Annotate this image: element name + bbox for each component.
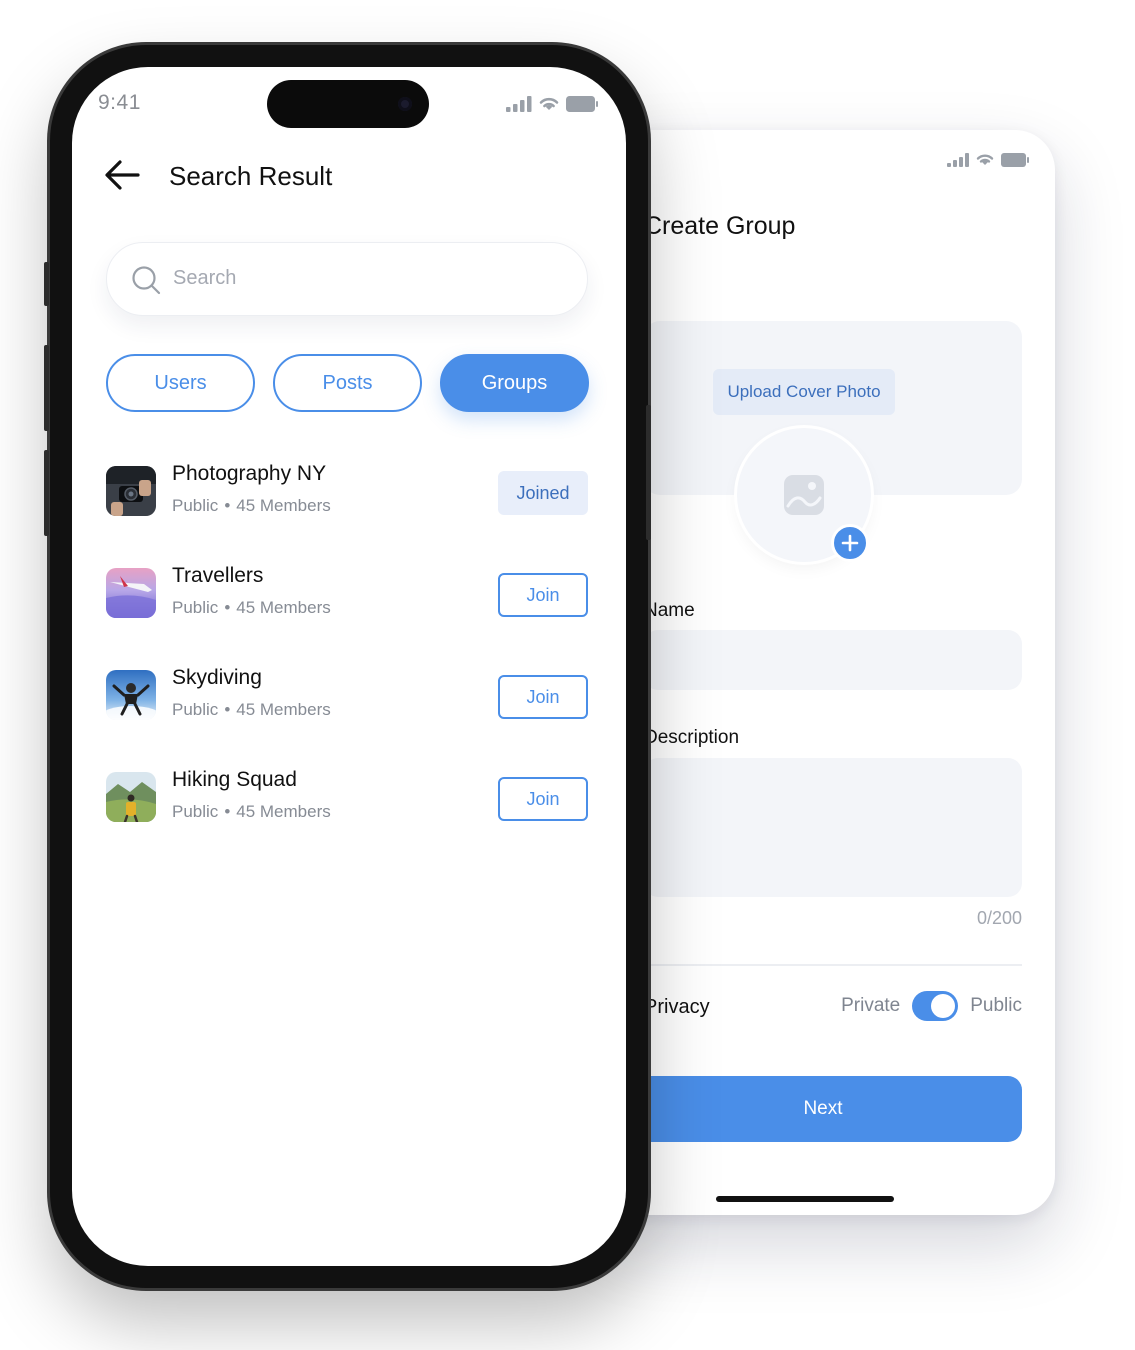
create-group-screen: Create Group Upload Cover Photo Name Des…	[600, 130, 1055, 1215]
group-name: Hiking Squad	[172, 768, 297, 791]
group-photo-hiking	[106, 772, 156, 822]
image-placeholder-icon	[784, 475, 824, 515]
group-name: Photography NY	[172, 462, 327, 485]
divider	[644, 964, 1022, 966]
battery-icon	[1001, 153, 1029, 167]
join-button[interactable]: Join	[498, 675, 588, 719]
phone-power-button	[646, 405, 651, 540]
privacy-private-label: Private	[841, 995, 901, 1016]
upload-cover-photo-button[interactable]: Upload Cover Photo	[713, 369, 895, 415]
description-field[interactable]	[644, 758, 1022, 897]
group-photo-travellers	[106, 568, 156, 618]
battery-icon	[566, 96, 598, 112]
privacy-label: Privacy	[644, 996, 710, 1018]
privacy-public-label: Public	[970, 995, 1022, 1016]
search-placeholder: Search	[173, 267, 237, 289]
add-avatar-button[interactable]	[831, 524, 869, 562]
status-bar-icons	[506, 95, 598, 112]
group-name: Skydiving	[172, 666, 262, 689]
signal-icon	[506, 96, 532, 112]
status-time: 9:41	[98, 91, 141, 114]
phone-side-button	[44, 450, 49, 536]
list-item[interactable]: Skydiving Public • 45 Members Join	[106, 666, 588, 726]
back-arrow-icon[interactable]	[102, 155, 142, 195]
wifi-icon	[539, 97, 559, 110]
name-label: Name	[644, 600, 695, 621]
status-bar-icons	[947, 152, 1029, 167]
phone-side-button	[44, 262, 49, 306]
group-meta: Public • 45 Members	[172, 802, 331, 821]
join-button[interactable]: Join	[498, 777, 588, 821]
page-title: Search Result	[169, 161, 333, 191]
group-name: Travellers	[172, 564, 264, 587]
dynamic-island	[267, 80, 429, 128]
privacy-toggle[interactable]	[912, 991, 959, 1021]
search-input[interactable]: Search	[106, 242, 588, 316]
page-title: Create Group	[644, 212, 796, 240]
tab-groups[interactable]: Groups	[440, 354, 589, 412]
search-icon	[132, 266, 161, 295]
group-meta: Public • 45 Members	[172, 598, 331, 617]
description-label: Description	[644, 727, 740, 748]
group-meta: Public • 45 Members	[172, 700, 331, 719]
list-item[interactable]: Hiking Squad Public • 45 Members Join	[106, 768, 588, 828]
group-photo-skydiving	[106, 670, 156, 720]
home-indicator	[716, 1196, 894, 1202]
description-char-counter: 0/200	[976, 908, 1022, 928]
toggle-knob	[931, 994, 956, 1018]
list-item[interactable]: Photography NY Public • 45 Members Joined	[106, 462, 588, 522]
search-result-screen: 9:41 Search Result Search Users Posts Gr…	[72, 67, 626, 1266]
joined-button[interactable]: Joined	[498, 471, 588, 515]
plus-icon	[841, 534, 859, 552]
privacy-control: Private Public	[841, 991, 1022, 1021]
group-meta: Public • 45 Members	[172, 496, 331, 515]
wifi-icon	[976, 154, 994, 165]
group-photo-photography	[106, 466, 156, 516]
name-field[interactable]	[644, 630, 1022, 690]
list-item[interactable]: Travellers Public • 45 Members Join	[106, 564, 588, 624]
signal-icon	[947, 153, 969, 167]
tab-posts[interactable]: Posts	[273, 354, 422, 412]
join-button[interactable]: Join	[498, 573, 588, 617]
camera-icon	[398, 97, 412, 111]
phone-side-button	[44, 345, 49, 431]
next-button[interactable]: Next	[624, 1076, 1022, 1142]
tab-users[interactable]: Users	[106, 354, 255, 412]
